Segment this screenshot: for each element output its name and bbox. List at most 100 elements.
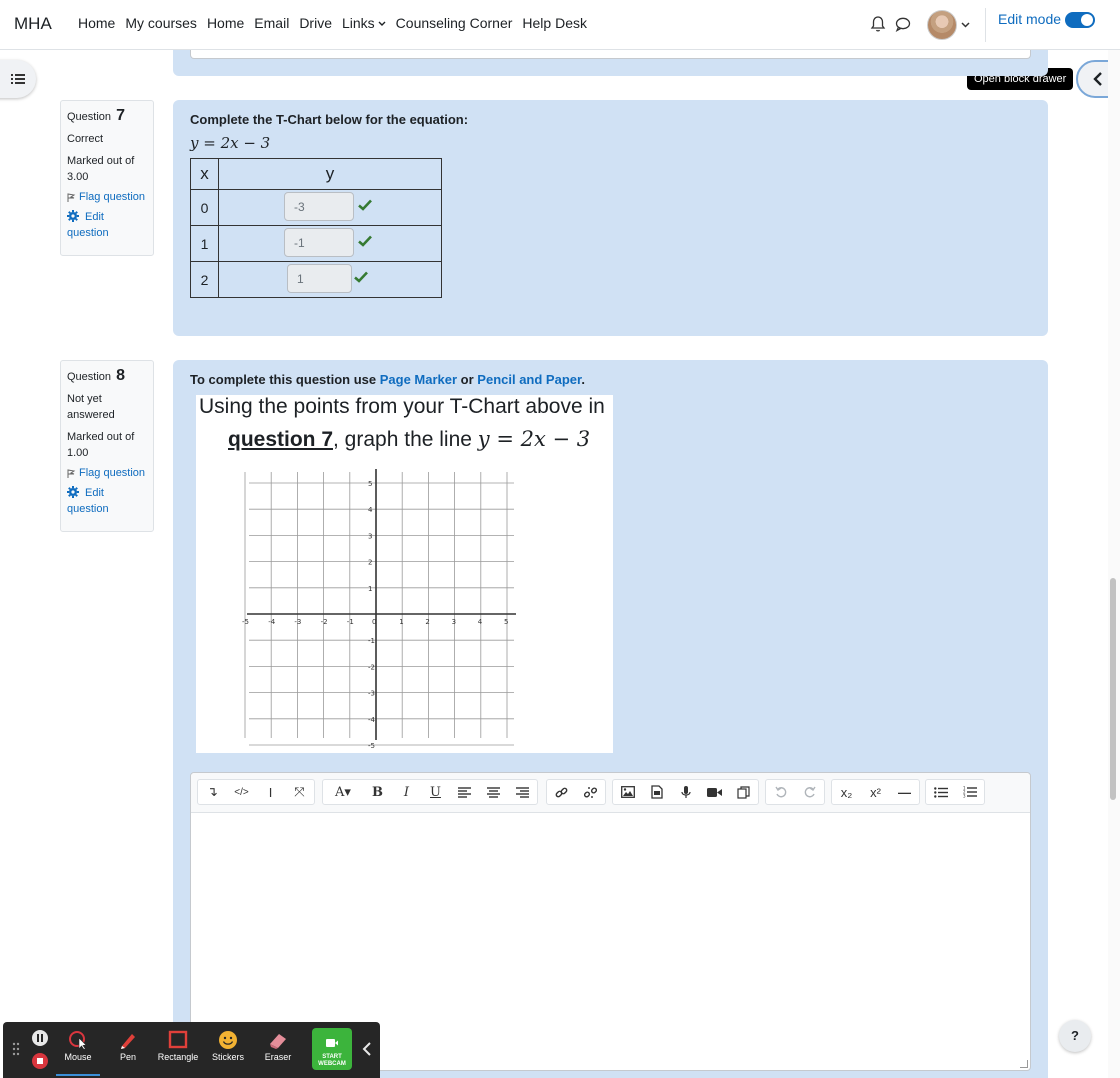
- y-tick-label: -4: [368, 716, 376, 724]
- site-brand[interactable]: MHA: [14, 14, 52, 34]
- html-button[interactable]: </>: [227, 780, 256, 804]
- align-left-icon: [458, 786, 471, 798]
- primary-navigation: Home My courses Home Email Drive Links C…: [78, 15, 597, 31]
- pause-icon[interactable]: [31, 1029, 49, 1047]
- subscript-button[interactable]: x₂: [832, 780, 861, 804]
- eraser-tool[interactable]: Eraser: [256, 1026, 300, 1076]
- align-right-button[interactable]: [508, 780, 537, 804]
- table-row: 2 1: [190, 261, 442, 298]
- pen-tool[interactable]: Pen: [106, 1026, 150, 1076]
- page-marker-link[interactable]: Page Marker: [380, 372, 457, 387]
- align-left-button[interactable]: [450, 780, 479, 804]
- pencil-and-paper-link[interactable]: Pencil and Paper: [477, 372, 581, 387]
- toolbar-group-5: [765, 779, 825, 805]
- pen-icon: [121, 1034, 135, 1049]
- insert-media-button[interactable]: [642, 780, 671, 804]
- toolbar-group-7: 123: [925, 779, 985, 805]
- x-tick-label: -1: [347, 618, 354, 626]
- answer-input-row-1[interactable]: -3: [284, 192, 354, 221]
- toolbar-toggle-button[interactable]: ↴: [198, 780, 227, 804]
- align-right-icon: [516, 786, 529, 798]
- file-media-icon: [650, 785, 663, 799]
- x-tick-label: -5: [242, 618, 249, 626]
- horizontal-rule-button[interactable]: —: [890, 780, 919, 804]
- question-7-edit-link[interactable]: Edit question: [67, 209, 147, 241]
- chevron-down-icon[interactable]: [961, 22, 970, 28]
- top-navbar: MHA Home My courses Home Email Drive Lin…: [0, 0, 1120, 50]
- page-scrollbar-thumb[interactable]: [1110, 578, 1116, 800]
- drag-handle-icon[interactable]: [12, 1042, 20, 1056]
- question-7-flag-link[interactable]: Flag question: [67, 191, 147, 203]
- nav-counseling-corner[interactable]: Counseling Corner: [396, 15, 513, 31]
- paragraph-style-button[interactable]: A▾: [323, 780, 363, 804]
- question-8-state: Not yet answered: [67, 393, 115, 421]
- answer-input-row-2[interactable]: -1: [284, 228, 354, 257]
- redo-button[interactable]: [795, 780, 824, 804]
- start-webcam-button[interactable]: START WEBCAM: [312, 1028, 352, 1070]
- y-tick-label: -3: [368, 690, 375, 698]
- user-avatar[interactable]: [927, 10, 957, 40]
- redo-icon: [804, 786, 816, 798]
- align-center-icon: [487, 786, 500, 798]
- nav-help-desk[interactable]: Help Desk: [522, 15, 587, 31]
- question-7-equation: y = 2x − 3: [190, 134, 271, 152]
- italic-button[interactable]: I: [392, 780, 421, 804]
- unlink-icon: [584, 786, 597, 798]
- y-cell: 1: [218, 261, 442, 298]
- list-icon: [11, 74, 25, 84]
- question-8-edit-link[interactable]: Edit question: [67, 485, 147, 517]
- bell-icon[interactable]: [870, 15, 886, 33]
- y-cell: -3: [218, 189, 442, 226]
- y-tick-label: 1: [368, 585, 372, 593]
- y-tick-label: -5: [368, 742, 375, 750]
- message-icon[interactable]: [895, 16, 911, 32]
- superscript-button[interactable]: x²: [861, 780, 890, 804]
- record-audio-button[interactable]: [671, 780, 700, 804]
- nav-home-2[interactable]: Home: [207, 15, 244, 31]
- x-tick-label: 4: [478, 618, 483, 626]
- bullet-list-icon: [933, 786, 948, 798]
- ordered-list-button[interactable]: 123: [955, 780, 984, 804]
- underline-button[interactable]: U: [421, 780, 450, 804]
- stop-record-icon[interactable]: [31, 1052, 49, 1070]
- edit-mode-label: Edit mode: [998, 11, 1062, 27]
- check-icon: [358, 199, 372, 211]
- edit-mode-toggle[interactable]: [1065, 12, 1095, 28]
- nav-home[interactable]: Home: [78, 15, 115, 31]
- screencast-toolbar: Mouse Pen Rectangle Stickers Eraser STAR…: [3, 1022, 380, 1078]
- unlink-button[interactable]: [576, 780, 605, 804]
- manage-files-button[interactable]: [729, 780, 758, 804]
- fullscreen-button[interactable]: ⤧: [285, 780, 314, 804]
- nav-links-dropdown[interactable]: Links: [342, 15, 386, 31]
- undo-button[interactable]: [766, 780, 795, 804]
- flag-icon: [67, 192, 76, 202]
- editor-toolbar: ↴ </> I ⤧ A▾ B I U x₂ x² — 1 2 3: [191, 773, 1030, 813]
- answer-input-row-3[interactable]: 1: [287, 264, 352, 293]
- t-chart-table: x y 0 -3 1 -1 2 1: [190, 158, 442, 298]
- align-center-button[interactable]: [479, 780, 508, 804]
- page-scrollbar-track[interactable]: [1108, 50, 1120, 1078]
- mouse-tool[interactable]: Mouse: [56, 1026, 100, 1076]
- link-button[interactable]: [547, 780, 576, 804]
- nav-drive[interactable]: Drive: [299, 15, 332, 31]
- rectangle-tool[interactable]: Rectangle: [156, 1026, 200, 1076]
- open-course-index-button[interactable]: [0, 60, 36, 98]
- record-video-button[interactable]: [700, 780, 729, 804]
- question-8-marks: Marked out of 1.00: [67, 431, 135, 459]
- bold-button[interactable]: B: [363, 780, 392, 804]
- editor-resize-handle[interactable]: [1020, 1060, 1028, 1068]
- quiz-page: MHA Home My courses Home Email Drive Lin…: [0, 0, 1120, 1078]
- stickers-tool[interactable]: Stickers: [206, 1026, 250, 1076]
- question-8-flag-link[interactable]: Flag question: [67, 467, 147, 479]
- unordered-list-button[interactable]: [926, 780, 955, 804]
- nav-my-courses[interactable]: My courses: [125, 15, 197, 31]
- clear-formatting-button[interactable]: I: [256, 780, 285, 804]
- video-camera-icon: [707, 787, 722, 797]
- question-7-number: Question 7: [67, 107, 125, 124]
- nav-email[interactable]: Email: [254, 15, 289, 31]
- help-button[interactable]: ?: [1059, 1020, 1091, 1052]
- cursor-icon: [69, 1031, 87, 1050]
- insert-image-button[interactable]: [613, 780, 642, 804]
- y-tick-label: 4: [368, 506, 373, 514]
- chevron-left-icon[interactable]: [360, 1040, 374, 1058]
